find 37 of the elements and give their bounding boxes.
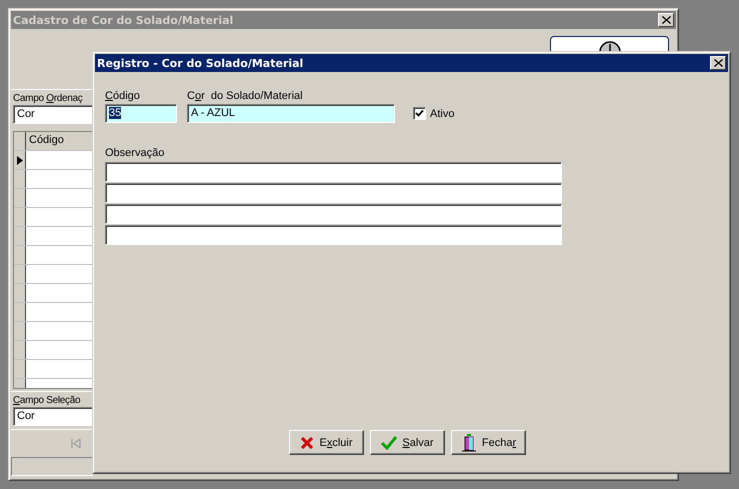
delete-button[interactable]: Excluir — [289, 430, 364, 455]
window-title: Cadastro de Cor do Solado/Material — [13, 14, 234, 26]
row-header[interactable] — [14, 265, 26, 283]
order-field[interactable]: Cor — [13, 105, 93, 124]
door-icon — [460, 434, 477, 452]
row-header[interactable] — [14, 170, 26, 188]
cross-icon — [300, 436, 314, 450]
close-button[interactable]: Fechar — [451, 430, 526, 455]
row-header[interactable] — [14, 151, 26, 169]
row-header[interactable] — [14, 208, 26, 226]
row-header[interactable] — [14, 246, 26, 264]
field-label: Observação — [105, 147, 166, 159]
selection-field[interactable]: Cor — [13, 407, 93, 426]
row-header[interactable] — [14, 303, 26, 321]
row-header[interactable] — [14, 322, 26, 340]
close-button[interactable] — [710, 56, 726, 70]
close-icon — [714, 59, 722, 67]
field-label: Cor do Solado/Material — [187, 90, 304, 102]
column-header[interactable]: Código — [26, 132, 93, 150]
row-header[interactable] — [14, 360, 26, 378]
row-header[interactable] — [14, 341, 26, 359]
field-label: Código — [105, 90, 141, 102]
color-field[interactable]: A - AZUL — [187, 104, 395, 123]
checkbox-label: Ativo — [430, 108, 454, 120]
field-label: Campo Seleção — [13, 395, 82, 406]
code-field[interactable]: 35 — [105, 104, 177, 123]
row-header[interactable] — [14, 227, 26, 245]
save-button[interactable]: Salvar — [370, 430, 445, 455]
checkmark-icon — [381, 436, 398, 450]
dialog-title: Registro - Cor do Solado/Material — [97, 56, 304, 70]
row-header — [14, 132, 26, 150]
row-header[interactable] — [14, 189, 26, 207]
row-pointer-icon — [16, 156, 22, 164]
row-header[interactable] — [14, 284, 26, 302]
close-icon — [662, 16, 670, 24]
active-checkbox[interactable] — [413, 107, 426, 120]
field-label: Campo Ordenaç — [13, 93, 84, 104]
